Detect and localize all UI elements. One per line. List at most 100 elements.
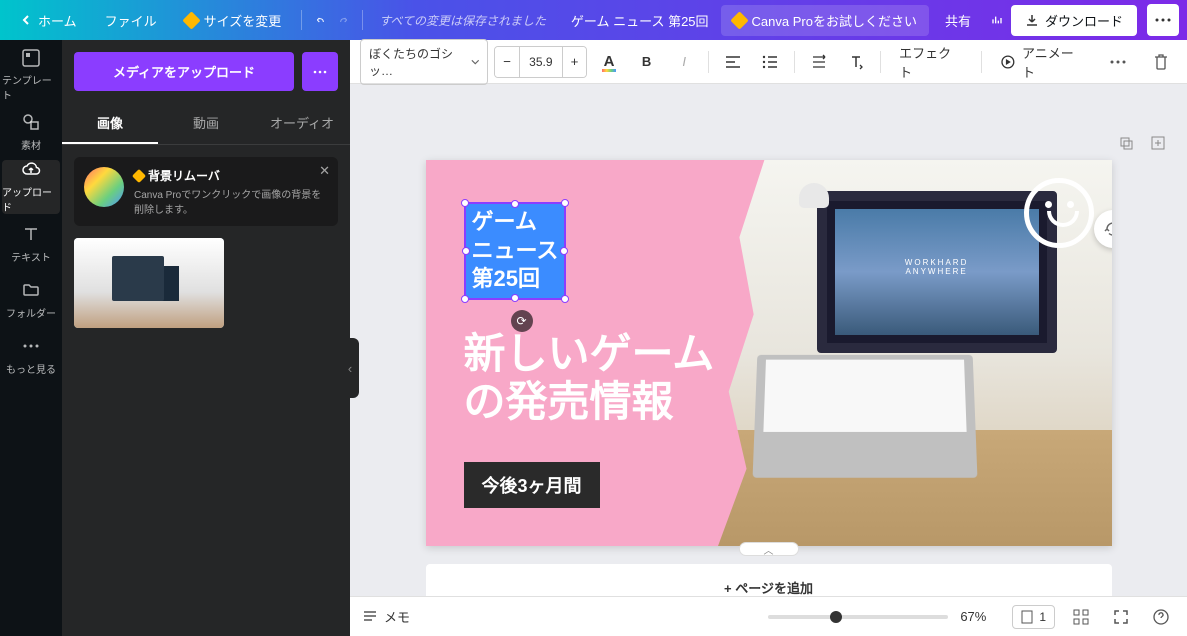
resize-handle[interactable] (462, 247, 470, 255)
share-label: 共有 (945, 14, 971, 29)
duplicate-page-button[interactable] (1115, 132, 1137, 154)
resize-handle[interactable] (461, 199, 469, 207)
upload-media-button[interactable]: メディアをアップロード (74, 52, 294, 91)
elements-icon (20, 111, 42, 133)
dots-icon (1155, 18, 1171, 22)
text-more-button[interactable] (1102, 46, 1134, 78)
heading-text[interactable]: 新しいゲーム の発売情報 (464, 330, 715, 427)
tab-audio[interactable]: オーディオ (254, 103, 350, 144)
resize-button[interactable]: サイズを変更 (173, 5, 294, 36)
document-title[interactable]: ゲーム ニュース 第25回 (571, 11, 709, 30)
file-label: ファイル (105, 11, 157, 30)
delete-button[interactable] (1145, 46, 1177, 78)
template-icon (20, 48, 42, 68)
rail-upload[interactable]: アップロード (2, 160, 60, 214)
spacing-icon (811, 54, 827, 70)
canvas-scroll[interactable]: WORKHARD ANYWHERE ゲーム ニュース 第25回 (350, 84, 1187, 596)
crown-icon (182, 11, 200, 29)
zoom-thumb[interactable] (830, 611, 842, 623)
upload-more-button[interactable] (302, 52, 338, 91)
tab-image[interactable]: 画像 (62, 103, 158, 144)
sync-icon[interactable]: ⟳ (511, 310, 533, 332)
try-pro-label: Canva Proをお試しください (752, 11, 917, 30)
add-page-button[interactable]: + ページを追加 (426, 564, 1112, 596)
list-button[interactable] (754, 46, 786, 78)
font-name: ぼくたちのゴシッ… (369, 45, 461, 79)
home-button[interactable]: ホーム (8, 5, 89, 36)
undo-button[interactable] (310, 10, 330, 30)
share-button[interactable]: 共有 (933, 5, 983, 36)
download-button[interactable]: ダウンロード (1011, 5, 1137, 36)
font-size-decrease[interactable]: − (495, 47, 518, 77)
add-page-icon-button[interactable] (1147, 132, 1169, 154)
rail-folder-label: フォルダー (6, 305, 56, 320)
bold-button[interactable]: B (631, 46, 663, 78)
uploaded-image-thumb[interactable] (74, 238, 224, 328)
smiley-graphic (1024, 178, 1094, 248)
help-button[interactable] (1147, 603, 1175, 631)
grid-view-button[interactable] (1067, 603, 1095, 631)
try-pro-button[interactable]: Canva Proをお試しください (721, 5, 929, 36)
rail-folder[interactable]: フォルダー (2, 272, 60, 326)
resize-handle[interactable] (461, 295, 469, 303)
dots-icon (20, 335, 42, 357)
spacing-button[interactable] (803, 46, 835, 78)
more-button[interactable] (1147, 4, 1179, 36)
canvas-page[interactable]: WORKHARD ANYWHERE ゲーム ニュース 第25回 (426, 160, 1112, 546)
analytics-button[interactable] (987, 10, 1007, 30)
list-icon (762, 55, 778, 69)
chevron-left-icon (20, 14, 32, 26)
close-icon[interactable]: ✕ (319, 163, 330, 179)
separator (362, 10, 363, 30)
resize-handle[interactable] (511, 294, 519, 302)
panel-tabs: 画像 動画 オーディオ (62, 103, 350, 145)
bg-remove-title: 背景リムーバ (134, 167, 328, 184)
fullscreen-button[interactable] (1107, 603, 1135, 631)
home-label: ホーム (38, 11, 77, 30)
animate-icon (1000, 54, 1016, 70)
rail-elements-label: 素材 (21, 137, 41, 152)
zoom-value[interactable]: 67% (960, 609, 1000, 624)
font-size-input[interactable] (519, 47, 563, 77)
rail-template-label: テンプレート (2, 72, 60, 102)
resize-handle[interactable] (511, 200, 519, 208)
rail-text-label: テキスト (11, 249, 51, 264)
saved-status: すべての変更は保存されました (379, 12, 546, 29)
sub-text-box[interactable]: 今後3ヶ月間 (464, 462, 600, 508)
redo-button[interactable] (334, 10, 354, 30)
notes-icon (362, 609, 378, 625)
file-button[interactable]: ファイル (93, 5, 169, 36)
trash-icon (1153, 53, 1169, 71)
tab-video[interactable]: 動画 (158, 103, 254, 144)
align-button[interactable] (717, 46, 749, 78)
font-size-increase[interactable]: + (563, 47, 586, 77)
text-color-icon: A (604, 53, 615, 70)
crown-icon (132, 168, 146, 182)
separator (880, 51, 881, 73)
monitor-text: WORKHARD ANYWHERE (827, 258, 1047, 276)
vertical-text-icon (848, 54, 864, 70)
download-icon (1025, 13, 1039, 27)
text-color-button[interactable]: A (593, 46, 625, 78)
upload-icon (20, 160, 42, 180)
vertical-text-button[interactable] (841, 46, 873, 78)
rail-elements[interactable]: 素材 (2, 104, 60, 158)
rail-text[interactable]: テキスト (2, 216, 60, 270)
rail-more[interactable]: もっと見る (2, 328, 60, 382)
separator (794, 51, 795, 73)
expand-pill-button[interactable]: ︿ (739, 542, 799, 556)
bg-remove-icon (84, 167, 124, 207)
font-select[interactable]: ぼくたちのゴシッ… (360, 39, 488, 85)
selected-text-element[interactable]: ゲーム ニュース 第25回 (464, 202, 567, 300)
bg-remove-promo[interactable]: 背景リムーバ Canva Proでワンクリックで画像の背景を削除します。 ✕ (74, 157, 338, 226)
zoom-slider[interactable] (768, 615, 948, 619)
page-number: 1 (1039, 610, 1046, 624)
side-panel: メディアをアップロード 画像 動画 オーディオ 背景リムーバ Canva Pro… (62, 40, 350, 636)
animate-button[interactable]: アニメート (990, 37, 1096, 87)
notes-button[interactable]: メモ (362, 607, 410, 626)
effects-button[interactable]: エフェクト (889, 37, 973, 87)
rail-template[interactable]: テンプレート (2, 48, 60, 102)
page-indicator[interactable]: 1 (1012, 605, 1055, 629)
font-size-control: − + (494, 46, 587, 78)
italic-button[interactable]: I (668, 46, 700, 78)
